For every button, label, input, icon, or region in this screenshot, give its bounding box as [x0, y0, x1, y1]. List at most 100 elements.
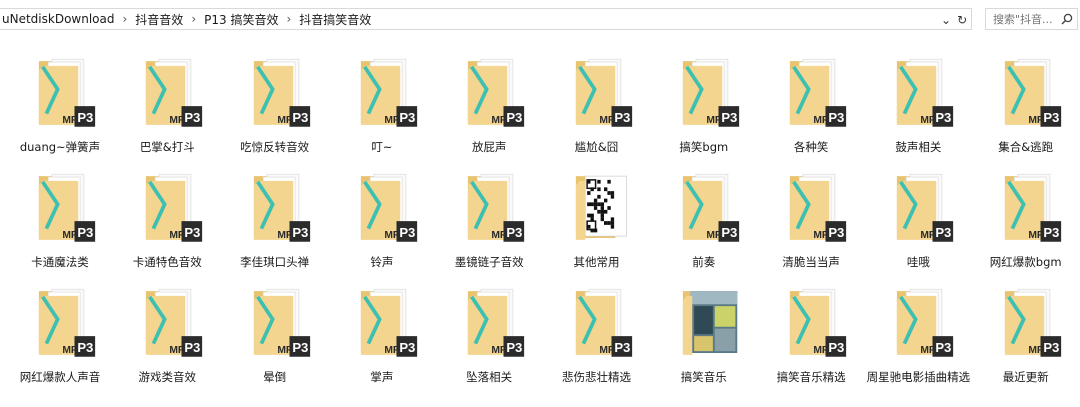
- folder-label: 李佳琪口头禅: [240, 255, 310, 269]
- folder-item[interactable]: MP3 P3 李佳琪口头禅: [222, 159, 328, 271]
- breadcrumb-separator-icon[interactable]: ›: [117, 12, 132, 26]
- svg-text:P3: P3: [614, 110, 630, 125]
- mp3-folder-icon: MP3 P3: [468, 288, 525, 357]
- search-box[interactable]: [985, 8, 1078, 30]
- folder-item[interactable]: MP3 P3 搞笑音乐精选: [758, 274, 864, 386]
- mp3-folder-icon: MP3 P3: [897, 173, 954, 242]
- mp3-folder-icon: MP3 P3: [897, 58, 954, 127]
- breadcrumb-current-folder[interactable]: 抖音搞笑音效: [296, 11, 374, 28]
- svg-text:P3: P3: [721, 110, 737, 125]
- breadcrumb-p13-funny[interactable]: P13 搞笑音效: [201, 11, 281, 28]
- svg-text:P3: P3: [185, 110, 201, 125]
- svg-text:P3: P3: [614, 340, 630, 355]
- svg-text:P3: P3: [292, 340, 308, 355]
- mp3-folder-icon: MP3 P3: [360, 58, 418, 127]
- folder-item[interactable]: MP3 P3 前奏: [651, 159, 757, 271]
- mp3-folder-icon: MP3 P3: [1004, 58, 1061, 127]
- folder-label: 卡通特色音效: [132, 255, 202, 269]
- svg-text:P3: P3: [507, 340, 523, 355]
- folder-label: 墨镜链子音效: [454, 255, 524, 269]
- breadcrumb-separator-icon[interactable]: ›: [281, 12, 296, 26]
- folder-label: 吃惊反转音效: [240, 140, 310, 154]
- refresh-icon[interactable]: ↻: [957, 13, 967, 27]
- svg-text:P3: P3: [507, 110, 523, 125]
- mp3-folder-icon: MP3 P3: [575, 58, 632, 127]
- folder-label: 叮~: [371, 140, 393, 154]
- folder-label: 网红爆款bgm: [989, 255, 1062, 269]
- folder-item[interactable]: MP3 P3 悲伤悲壮精选: [544, 274, 650, 386]
- folder-label: 最近更新: [1002, 370, 1049, 384]
- folder-item[interactable]: MP3 P3 铃声: [329, 159, 435, 271]
- folder-label: 网红爆款人声音: [19, 370, 101, 384]
- folder-label: 巴掌&打斗: [139, 140, 195, 154]
- folder-item[interactable]: MP3 P3 周星驰电影插曲精选: [865, 274, 971, 386]
- search-input[interactable]: [993, 12, 1061, 26]
- folder-item[interactable]: MP3 P3 集合&逃跑: [973, 44, 1079, 156]
- search-icon[interactable]: [1061, 13, 1073, 25]
- folder-item[interactable]: MP3 P3 卡通魔法类: [7, 159, 113, 271]
- svg-text:P3: P3: [1043, 110, 1059, 125]
- folder-item[interactable]: MP3 P3 清脆当当声: [758, 159, 864, 271]
- folder-label: 其他常用: [573, 255, 620, 269]
- chevron-down-icon[interactable]: ⌄: [941, 13, 951, 27]
- breadcrumb-separator-icon[interactable]: ›: [186, 12, 201, 26]
- mp3-folder-icon: MP3 P3: [789, 288, 847, 357]
- mp3-folder-icon: MP3 P3: [789, 173, 847, 242]
- svg-text:P3: P3: [185, 225, 201, 240]
- folder-label: 搞笑音乐精选: [776, 370, 846, 384]
- mp3-folder-icon: MP3 P3: [360, 173, 418, 242]
- folder-item[interactable]: 搞笑音乐: [651, 274, 757, 386]
- svg-text:P3: P3: [399, 340, 415, 355]
- mp3-folder-icon: MP3 P3: [468, 173, 525, 242]
- mp3-folder-icon: MP3 P3: [253, 173, 310, 242]
- svg-text:P3: P3: [185, 340, 201, 355]
- folder-item[interactable]: MP3 P3 晕倒: [222, 274, 328, 386]
- folder-item[interactable]: MP3 P3 巴掌&打斗: [114, 44, 220, 156]
- folder-item[interactable]: MP3 P3 掌声: [329, 274, 435, 386]
- svg-text:P3: P3: [1043, 340, 1059, 355]
- folder-label: 悲伤悲壮精选: [562, 370, 631, 384]
- folder-label: 哇哦: [906, 255, 930, 269]
- magazine-folder-icon: [682, 291, 738, 355]
- folder-item[interactable]: MP3 P3 卡通特色音效: [114, 159, 220, 271]
- folder-item[interactable]: MP3 P3 鼓声相关: [865, 44, 971, 156]
- folder-item[interactable]: MP3 P3 吃惊反转音效: [222, 44, 328, 156]
- mp3-folder-icon: MP3 P3: [146, 288, 203, 357]
- svg-text:P3: P3: [721, 225, 737, 240]
- mp3-folder-icon: MP3 P3: [38, 58, 96, 127]
- folder-item[interactable]: MP3 P3 网红爆款bgm: [973, 159, 1079, 271]
- folder-label: 集合&逃跑: [998, 140, 1054, 154]
- folder-item[interactable]: MP3 P3 duang~弹簧声: [7, 44, 113, 156]
- svg-text:P3: P3: [936, 225, 952, 240]
- folder-label: 鼓声相关: [895, 140, 942, 154]
- mp3-folder-icon: MP3 P3: [38, 173, 96, 242]
- folder-item[interactable]: MP3 P3 尴尬&囧: [544, 44, 650, 156]
- mp3-folder-icon: MP3 P3: [146, 58, 203, 127]
- mp3-folder-icon: MP3 P3: [789, 58, 847, 127]
- mp3-folder-icon: MP3 P3: [253, 58, 310, 127]
- breadcrumb-unetdiskdownload[interactable]: uNetdiskDownload: [0, 12, 117, 26]
- folder-item[interactable]: MP3 P3 坠落相关: [436, 274, 542, 386]
- address-bar[interactable]: uNetdiskDownload › 抖音音效 › P13 搞笑音效 › 抖音搞…: [0, 8, 972, 30]
- svg-text:P3: P3: [828, 225, 844, 240]
- folder-item[interactable]: MP3 P3 墨镜链子音效: [436, 159, 542, 271]
- folder-item[interactable]: MP3 P3 网红爆款人声音: [7, 274, 113, 386]
- folder-item[interactable]: MP3 P3 放屁声: [436, 44, 542, 156]
- folder-label: 铃声: [370, 255, 394, 269]
- breadcrumb-douyin-sound-effects[interactable]: 抖音音效: [132, 11, 186, 28]
- folder-label: 各种笑: [793, 140, 829, 154]
- mp3-folder-icon: MP3 P3: [146, 173, 203, 242]
- folder-item[interactable]: 其他常用: [544, 159, 650, 271]
- folder-item[interactable]: MP3 P3 最近更新: [973, 274, 1079, 386]
- folder-label: 晕倒: [263, 370, 287, 384]
- folder-label: 放屁声: [471, 140, 507, 154]
- svg-text:P3: P3: [828, 340, 844, 355]
- folder-item[interactable]: MP3 P3 各种笑: [758, 44, 864, 156]
- folder-item[interactable]: MP3 P3 游戏类音效: [114, 274, 220, 386]
- mp3-folder-icon: MP3 P3: [1004, 288, 1061, 357]
- svg-text:P3: P3: [1043, 225, 1059, 240]
- folder-item[interactable]: MP3 P3 叮~: [329, 44, 435, 156]
- folder-item[interactable]: MP3 P3 哇哦: [865, 159, 971, 271]
- mp3-folder-icon: MP3 P3: [897, 288, 954, 357]
- folder-item[interactable]: MP3 P3 搞笑bgm: [651, 44, 757, 156]
